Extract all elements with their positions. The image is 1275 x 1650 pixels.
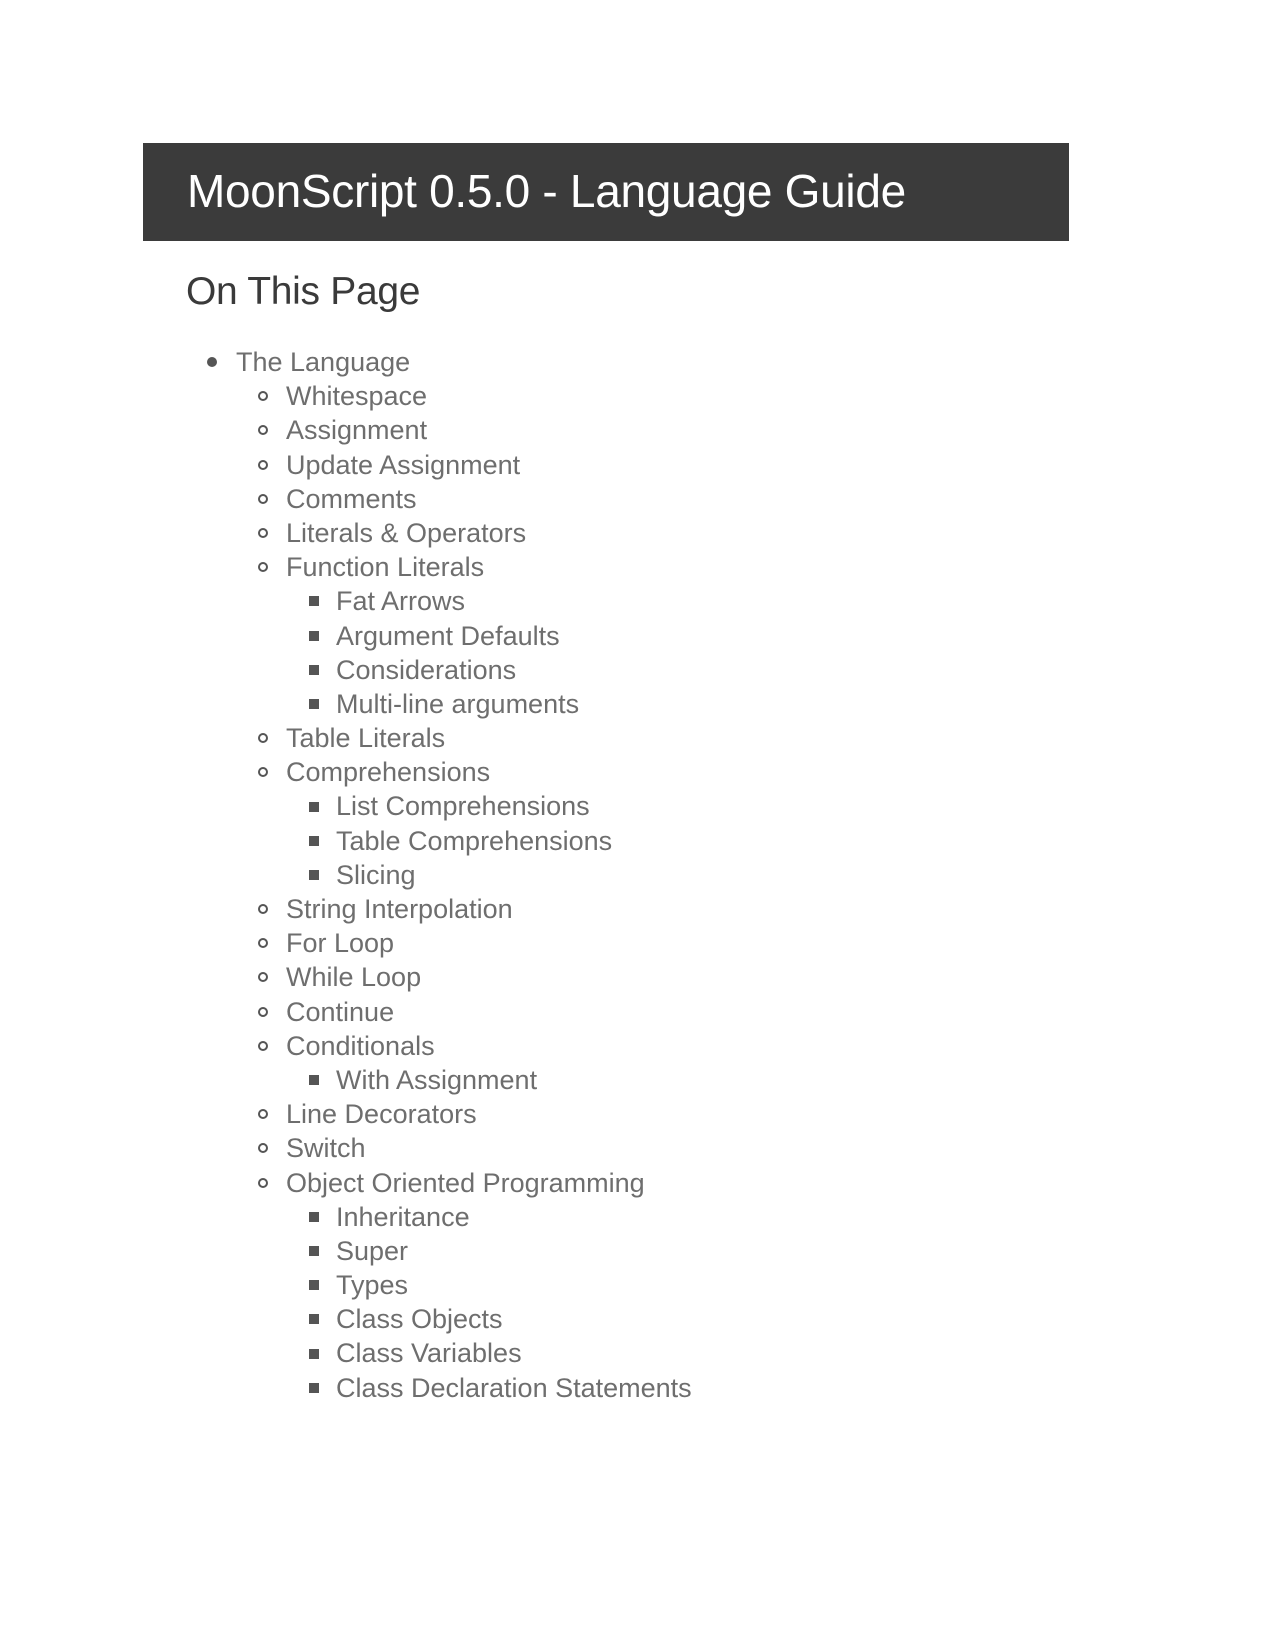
circle-bullet-icon xyxy=(258,391,268,402)
toc-link[interactable]: Class Declaration Statements xyxy=(336,1373,692,1403)
circle-bullet-icon xyxy=(258,767,268,778)
toc-item: Update Assignment xyxy=(0,448,692,482)
square-bullet-icon xyxy=(309,630,319,641)
toc-item: Object Oriented Programming xyxy=(0,1166,692,1200)
toc-item: Argument Defaults xyxy=(0,619,692,653)
toc-link[interactable]: Argument Defaults xyxy=(336,621,560,651)
square-bullet-icon xyxy=(309,835,319,846)
toc-link[interactable]: Update Assignment xyxy=(286,450,520,480)
toc-item: Class Declaration Statements xyxy=(0,1371,692,1405)
toc-heading: On This Page xyxy=(186,270,421,313)
toc-link[interactable]: Super xyxy=(336,1236,408,1266)
square-bullet-icon xyxy=(309,801,319,812)
toc-link[interactable]: Function Literals xyxy=(286,552,484,582)
toc-item: Table Literals xyxy=(0,721,692,755)
toc-link[interactable]: List Comprehensions xyxy=(336,791,590,821)
toc-link[interactable]: Inheritance xyxy=(336,1202,470,1232)
toc-link[interactable]: Fat Arrows xyxy=(336,586,465,616)
toc-item: For Loop xyxy=(0,926,692,960)
toc-link[interactable]: Literals & Operators xyxy=(286,518,526,548)
toc-item: String Interpolation xyxy=(0,892,692,926)
square-bullet-icon xyxy=(309,1382,319,1393)
circle-bullet-icon xyxy=(258,1040,268,1051)
toc-item: Function Literals xyxy=(0,550,692,584)
toc-item: Literals & Operators xyxy=(0,516,692,550)
toc-item: Slicing xyxy=(0,858,692,892)
square-bullet-icon xyxy=(309,869,319,880)
toc-link[interactable]: Conditionals xyxy=(286,1031,435,1061)
circle-bullet-icon xyxy=(258,459,268,470)
circle-bullet-icon xyxy=(258,972,268,983)
square-bullet-icon xyxy=(309,1348,319,1359)
toc-link[interactable]: Class Variables xyxy=(336,1338,522,1368)
toc-item: Switch xyxy=(0,1131,692,1165)
circle-bullet-icon xyxy=(258,493,268,504)
square-bullet-icon xyxy=(309,1314,319,1325)
circle-bullet-icon xyxy=(258,1177,268,1188)
circle-bullet-icon xyxy=(258,1143,268,1154)
square-bullet-icon xyxy=(309,1075,319,1086)
toc-link[interactable]: Types xyxy=(336,1270,408,1300)
toc-item: With Assignment xyxy=(0,1063,692,1097)
toc-link[interactable]: Table Literals xyxy=(286,723,445,753)
toc-link[interactable]: Object Oriented Programming xyxy=(286,1168,645,1198)
square-bullet-icon xyxy=(309,596,319,607)
toc-item: Inheritance xyxy=(0,1200,692,1234)
circle-bullet-icon xyxy=(258,1109,268,1120)
toc-item: Multi-line arguments xyxy=(0,687,692,721)
circle-bullet-icon xyxy=(258,733,268,744)
square-bullet-icon xyxy=(309,1280,319,1291)
toc-link[interactable]: The Language xyxy=(236,347,410,377)
square-bullet-icon xyxy=(309,1245,319,1256)
toc-link[interactable]: Comprehensions xyxy=(286,757,490,787)
toc-link[interactable]: Considerations xyxy=(336,655,516,685)
toc-link[interactable]: Line Decorators xyxy=(286,1099,477,1129)
circle-bullet-icon xyxy=(258,425,268,436)
toc-link[interactable]: Slicing xyxy=(336,860,416,890)
toc-item: Table Comprehensions xyxy=(0,824,692,858)
toc-link[interactable]: For Loop xyxy=(286,928,394,958)
toc-item: Fat Arrows xyxy=(0,584,692,618)
table-of-contents: The Language Whitespace Assignment Update A… xyxy=(0,345,692,1405)
toc-item: Whitespace xyxy=(0,379,692,413)
toc-item: The Language xyxy=(0,345,692,379)
toc-link[interactable]: Switch xyxy=(286,1133,366,1163)
toc-link[interactable]: Comments xyxy=(286,484,417,514)
toc-link[interactable]: Class Objects xyxy=(336,1304,503,1334)
toc-link[interactable]: Continue xyxy=(286,997,394,1027)
toc-item: While Loop xyxy=(0,960,692,994)
toc-item: Considerations xyxy=(0,653,692,687)
toc-item: Types xyxy=(0,1268,692,1302)
page-title: MoonScript 0.5.0 - Language Guide xyxy=(187,165,906,217)
toc-item: Comprehensions xyxy=(0,755,692,789)
toc-link[interactable]: String Interpolation xyxy=(286,894,513,924)
toc-link[interactable]: With Assignment xyxy=(336,1065,537,1095)
toc-link[interactable]: Multi-line arguments xyxy=(336,689,579,719)
toc-item: List Comprehensions xyxy=(0,789,692,823)
disc-bullet-icon xyxy=(207,357,217,368)
toc-item: Line Decorators xyxy=(0,1097,692,1131)
square-bullet-icon xyxy=(309,1211,319,1222)
toc-link[interactable]: While Loop xyxy=(286,962,421,992)
toc-item: Class Variables xyxy=(0,1336,692,1370)
circle-bullet-icon xyxy=(258,562,268,573)
square-bullet-icon xyxy=(309,664,319,675)
toc-item: Comments xyxy=(0,482,692,516)
toc-item: Conditionals xyxy=(0,1029,692,1063)
circle-bullet-icon xyxy=(258,904,268,915)
square-bullet-icon xyxy=(309,698,319,709)
toc-link[interactable]: Assignment xyxy=(286,415,427,445)
circle-bullet-icon xyxy=(258,528,268,539)
circle-bullet-icon xyxy=(258,1006,268,1017)
toc-item: Class Objects xyxy=(0,1302,692,1336)
toc-link[interactable]: Whitespace xyxy=(286,381,427,411)
toc-link[interactable]: Table Comprehensions xyxy=(336,826,612,856)
header-banner: MoonScript 0.5.0 - Language Guide xyxy=(143,143,1069,241)
toc-item: Continue xyxy=(0,995,692,1029)
toc-item: Assignment xyxy=(0,413,692,447)
toc-item: Super xyxy=(0,1234,692,1268)
circle-bullet-icon xyxy=(258,938,268,949)
